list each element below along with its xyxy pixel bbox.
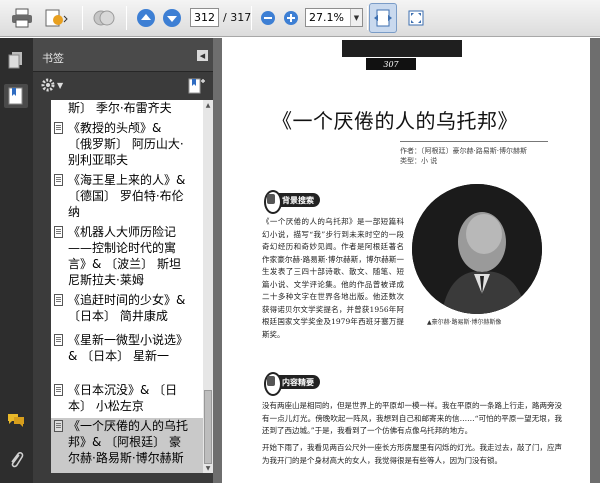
- page-total: / 317: [223, 11, 252, 24]
- document-viewport[interactable]: 307 《一个厌倦的人的乌托邦》 作者：〔阿根廷〕豪尔赫·路易斯·博尔赫斯 类型…: [213, 38, 600, 483]
- bookmark-page-icon: [54, 384, 63, 396]
- article-title: 《一个厌倦的人的乌托邦》: [272, 109, 518, 133]
- scroll-down-icon[interactable]: ▼: [203, 463, 213, 473]
- scroll-up-icon[interactable]: ▲: [203, 100, 213, 110]
- navigation-rail: [0, 38, 33, 483]
- portrait-caption: ▲豪尔赫·路易斯·博尔赫斯像: [427, 319, 502, 326]
- bookmark-label: 《机器人大师历险记——控制论时代的寓言》& 〔波兰〕 斯坦尼斯拉夫·莱姆: [68, 225, 181, 287]
- zoom-in-icon[interactable]: [279, 6, 303, 30]
- bookmark-label: 《一个厌倦的人的乌托邦》& 〔阿根廷〕 豪尔赫·路易斯·博尔赫斯: [68, 419, 189, 465]
- bookmark-label: 《海王星上来的人》& 〔德国〕 罗伯特·布伦纳: [68, 173, 186, 219]
- zoom-level-value: 27.1%: [309, 11, 344, 24]
- fit-width-icon[interactable]: [369, 3, 397, 33]
- author-portrait: [412, 184, 542, 314]
- bookmark-item[interactable]: 《日本沉没》& 〔日本〕 小松左京: [51, 382, 203, 416]
- page-number-input[interactable]: [190, 8, 219, 27]
- zoom-out-icon[interactable]: [256, 6, 280, 30]
- bookmarks-toolbar: ▼: [33, 73, 213, 101]
- bookmark-item[interactable]: 《教授的头颅》& 〔俄罗斯〕 阿历山大·别利亚耶夫: [51, 120, 203, 170]
- full-screen-icon[interactable]: [404, 6, 428, 30]
- background-paragraph: 《一个厌倦的人的乌托邦》是一部短篇科幻小说，描写“我”步行到未来时空的一段奇幻经…: [262, 217, 404, 339]
- section-badge-label: 内容精要: [282, 377, 314, 387]
- zoom-level-select[interactable]: 27.1% ▼: [305, 8, 363, 27]
- collapse-panel-icon[interactable]: ◀: [197, 50, 208, 61]
- bookmarks-panel: 书签 ◀ ▼ 斯〕 季尔·布雷齐夫 《教授的头颅》& 〔俄罗斯〕 阿历山大·别利…: [33, 38, 213, 483]
- bookmark-item[interactable]: 斯〕 季尔·布雷齐夫: [51, 100, 203, 116]
- pages-panel-icon[interactable]: [4, 48, 28, 72]
- bookmark-label: 《星新一微型小说选》& 〔日本〕 星新一: [68, 333, 189, 363]
- article-byline: 作者：〔阿根廷〕豪尔赫·路易斯·博尔赫斯 类型：小 说: [400, 146, 527, 166]
- bookmark-page-icon: [54, 174, 63, 186]
- title-divider: [400, 141, 548, 142]
- bookmarks-panel-header: 书签 ◀: [33, 38, 213, 72]
- bookmark-label: 斯〕 季尔·布雷齐夫: [68, 101, 172, 115]
- page-header-band: [342, 40, 462, 57]
- bookmark-item[interactable]: 《机器人大师历险记——控制论时代的寓言》& 〔波兰〕 斯坦尼斯拉夫·莱姆: [51, 224, 203, 290]
- bookmark-item-selected[interactable]: 《一个厌倦的人的乌托邦》& 〔阿根廷〕 豪尔赫·路易斯·博尔赫斯: [51, 418, 203, 473]
- bookmark-page-icon: [54, 226, 63, 238]
- toolbar-separator: [126, 6, 127, 30]
- bookmark-item[interactable]: 《星新一微型小说选》& 〔日本〕 星新一: [51, 332, 203, 382]
- page-number-label: 307: [366, 58, 416, 70]
- section-badge-label: 背景搜索: [282, 195, 314, 205]
- bookmark-page-icon: [54, 334, 63, 346]
- printer-icon[interactable]: [10, 6, 34, 30]
- bookmark-label: 《追赶时间的少女》& 〔日本〕 简井康成: [68, 293, 186, 323]
- bookmark-page-icon: [54, 420, 63, 432]
- bookmark-item[interactable]: 《追赶时间的少女》& 〔日本〕 简井康成: [51, 292, 203, 326]
- bookmarks-panel-icon[interactable]: [4, 84, 28, 108]
- options-menu-button[interactable]: ▼: [41, 78, 63, 92]
- section-badge-background: 背景搜索: [264, 190, 320, 214]
- bookmark-list: 斯〕 季尔·布雷齐夫 《教授的头颅》& 〔俄罗斯〕 阿历山大·别利亚耶夫 《海王…: [51, 100, 203, 473]
- bookmarks-panel-title: 书签: [42, 52, 64, 65]
- collaborate-icon[interactable]: [92, 6, 116, 30]
- book-icon: [267, 376, 275, 386]
- book-icon: [267, 194, 275, 204]
- toolbar-separator: [251, 6, 252, 30]
- byline-genre: 类型：小 说: [400, 157, 438, 165]
- bookmarks-scrollbar[interactable]: ▲ ▼: [203, 100, 213, 473]
- gear-icon: [41, 78, 55, 92]
- previous-page-icon[interactable]: [134, 6, 158, 30]
- byline-author: 作者：〔阿根廷〕豪尔赫·路易斯·博尔赫斯: [400, 147, 527, 155]
- chevron-down-icon: ▼: [57, 80, 64, 90]
- bookmark-page-icon: [54, 294, 63, 306]
- export-pdf-icon[interactable]: [44, 6, 68, 30]
- content-paragraph-1: 没有两座山是相同的，但是世界上的平原却一模一样。我在平原的一条路上行走，路两旁没…: [262, 401, 562, 435]
- main-toolbar: / 317 27.1% ▼: [0, 0, 600, 37]
- bookmark-page-icon: [54, 122, 63, 134]
- scrollbar-thumb[interactable]: [204, 390, 212, 464]
- bookmark-label: 《日本沉没》& 〔日本〕 小松左京: [68, 383, 178, 413]
- bookmark-label: 《教授的头颅》& 〔俄罗斯〕 阿历山大·别利亚耶夫: [68, 121, 184, 167]
- new-bookmark-icon: [188, 78, 205, 94]
- comments-icon[interactable]: [4, 408, 28, 432]
- document-page: 307 《一个厌倦的人的乌托邦》 作者：〔阿根廷〕豪尔赫·路易斯·博尔赫斯 类型…: [222, 38, 590, 483]
- attachment-icon[interactable]: [4, 448, 28, 472]
- new-bookmark-button[interactable]: [187, 77, 205, 99]
- chevron-down-icon[interactable]: ▼: [350, 9, 362, 26]
- section-badge-content: 内容精要: [264, 372, 320, 396]
- toolbar-separator: [367, 6, 368, 30]
- toolbar-separator: [82, 6, 83, 30]
- next-page-icon[interactable]: [160, 6, 184, 30]
- content-paragraph-2: 开始下雨了，我看见两百公尺外一座长方形房屋里有闪烁的灯光。我走过去，敲了门，应声…: [262, 443, 562, 465]
- bookmark-item[interactable]: 《海王星上来的人》& 〔德国〕 罗伯特·布伦纳: [51, 172, 203, 222]
